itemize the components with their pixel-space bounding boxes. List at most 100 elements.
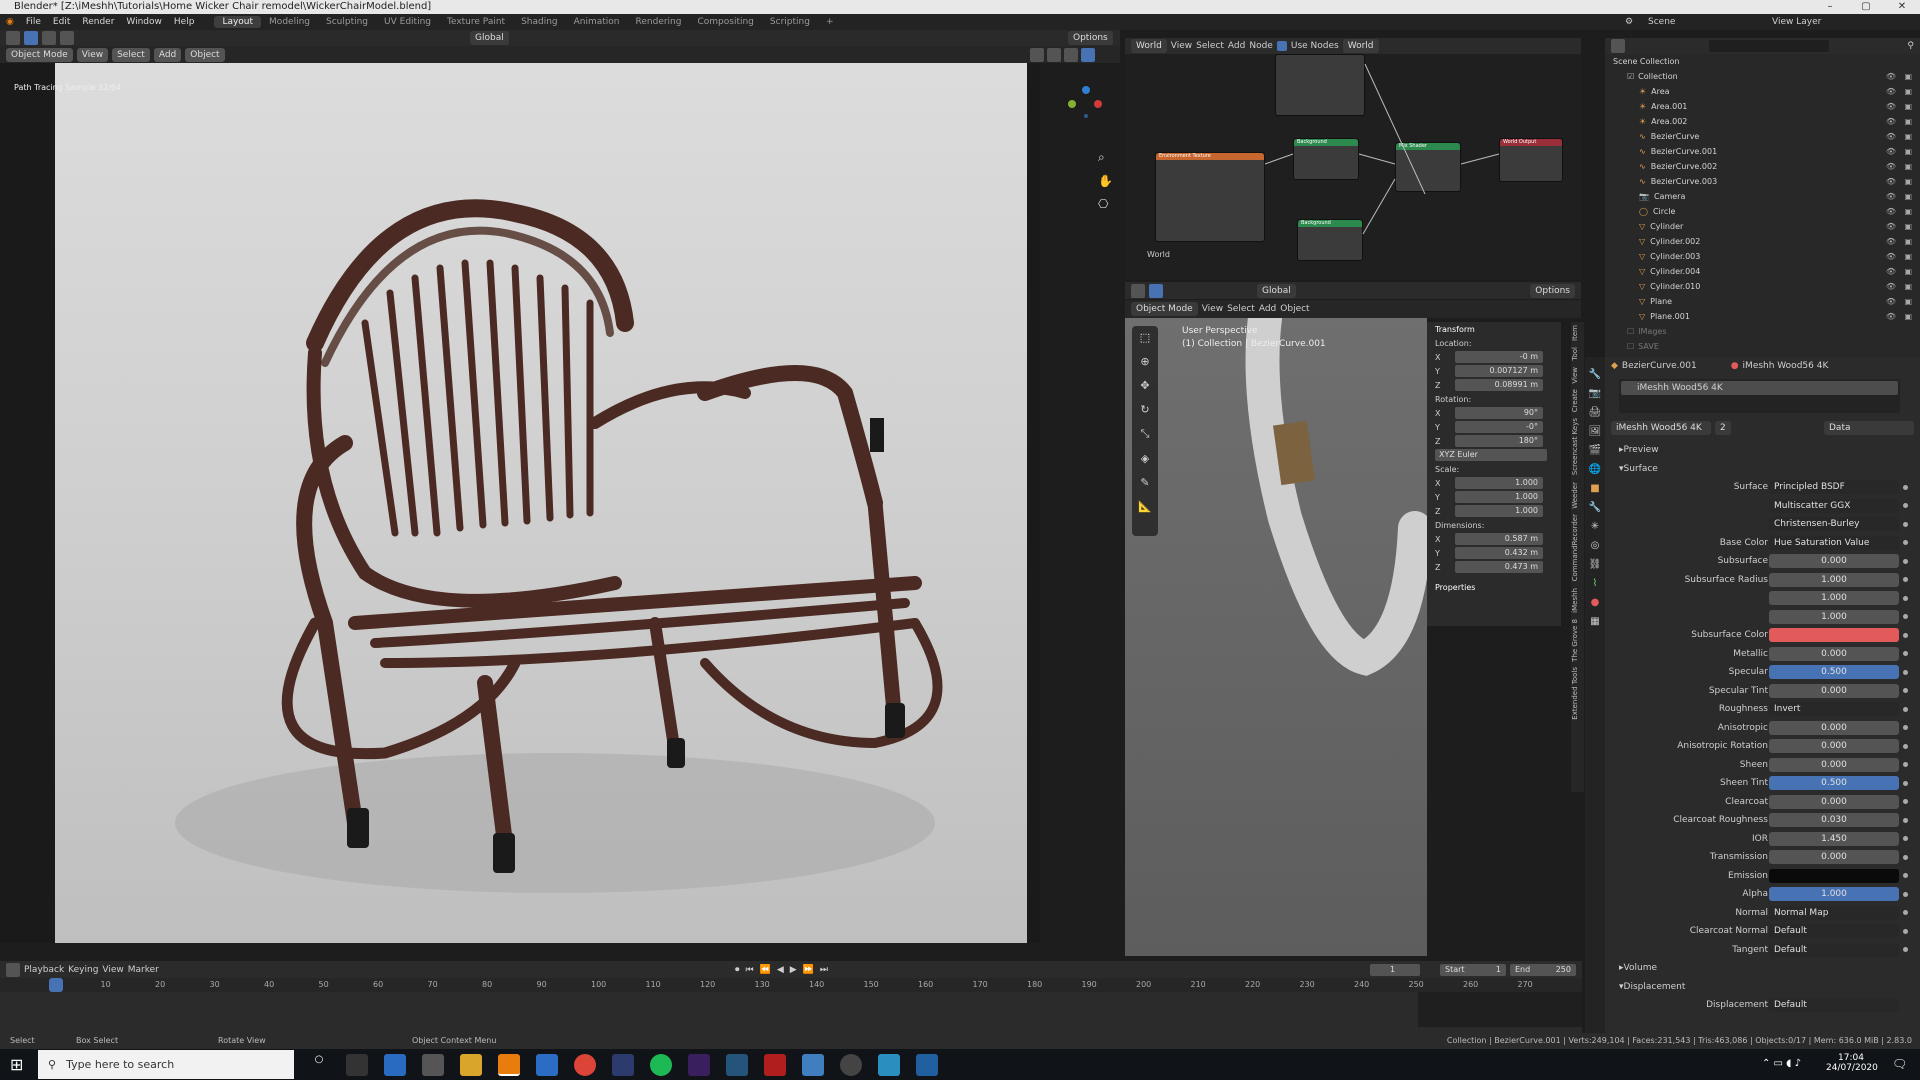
outliner-item[interactable]: 📷 Camera 👁 ▣: [1605, 189, 1920, 204]
eye-icon[interactable]: 👁: [1886, 132, 1896, 141]
eye-icon[interactable]: 👁: [1886, 282, 1896, 291]
link-data-dropdown[interactable]: Data: [1824, 421, 1914, 435]
render-camera-icon[interactable]: ▣: [1904, 177, 1912, 186]
displacement-value[interactable]: Default: [1769, 998, 1899, 1013]
spotify-icon[interactable]: [650, 1054, 672, 1076]
property-value[interactable]: 1.000: [1769, 609, 1899, 624]
location-y-field[interactable]: 0.007127 m: [1455, 365, 1543, 377]
select-extend-icon[interactable]: [42, 31, 56, 45]
task-view-icon[interactable]: [346, 1054, 368, 1076]
eye-icon[interactable]: 👁: [1886, 222, 1896, 231]
outliner-search-input[interactable]: [1709, 40, 1829, 52]
tab-item[interactable]: Item: [1571, 322, 1579, 344]
viewport2-select-icon[interactable]: [1149, 283, 1163, 298]
playback-menu[interactable]: Playback: [24, 965, 64, 975]
scene-collection-row[interactable]: Scene Collection: [1605, 54, 1920, 69]
render-camera-icon[interactable]: ▣: [1904, 222, 1912, 231]
render-camera-icon[interactable]: ▣: [1904, 312, 1912, 321]
measure-tool-icon[interactable]: 📐: [1138, 500, 1152, 513]
object-mode-dropdown[interactable]: Object Mode: [6, 47, 73, 62]
tab-create[interactable]: Create: [1571, 386, 1579, 415]
property-value[interactable]: Multiscatter GGX: [1769, 498, 1899, 513]
file-explorer-icon[interactable]: [460, 1054, 482, 1076]
node-menu-view[interactable]: View: [1171, 41, 1192, 51]
viewport-menu-view[interactable]: View: [76, 47, 109, 62]
scene-selector[interactable]: Scene: [1648, 17, 1675, 27]
options-button[interactable]: Options: [1068, 31, 1113, 45]
record-icon[interactable]: ⏺: [735, 965, 740, 975]
solid-shading-icon[interactable]: [1047, 47, 1061, 62]
viewport-menu-add[interactable]: Add: [153, 47, 182, 62]
app-icon-3[interactable]: [726, 1054, 748, 1076]
prev-keyframe-icon[interactable]: ⏪: [760, 965, 771, 975]
socket-icon[interactable]: [1903, 503, 1908, 509]
viewport2-transform-orientation[interactable]: Global: [1257, 283, 1296, 298]
tab-modeling[interactable]: Modeling: [261, 16, 318, 28]
socket-icon[interactable]: [1903, 762, 1908, 768]
photoshop-icon[interactable]: [612, 1054, 634, 1076]
tool-icon[interactable]: [6, 31, 20, 45]
tab-sculpting[interactable]: Sculpting: [318, 16, 376, 28]
render-camera-icon[interactable]: ▣: [1904, 87, 1912, 96]
tab-compositing[interactable]: Compositing: [689, 16, 761, 28]
data-properties-icon[interactable]: ⌇: [1593, 578, 1598, 589]
render-camera-icon[interactable]: ▣: [1904, 162, 1912, 171]
outliner-editor-type[interactable]: [1611, 39, 1625, 53]
material-datablock[interactable]: iMeshh Wood56 4K: [1611, 421, 1711, 435]
scale-y-field[interactable]: 1.000: [1455, 491, 1543, 503]
socket-icon[interactable]: [1903, 891, 1908, 897]
outliner-item[interactable]: ∿ BezierCurve.002 👁 ▣: [1605, 159, 1920, 174]
view-layer-selector[interactable]: View Layer: [1772, 17, 1821, 27]
property-value[interactable]: 0.030: [1769, 813, 1899, 828]
outliner-item[interactable]: ▽ Cylinder.010 👁 ▣: [1605, 279, 1920, 294]
outliner-item[interactable]: ∿ BezierCurve 👁 ▣: [1605, 129, 1920, 144]
tab-texture-paint[interactable]: Texture Paint: [439, 16, 513, 28]
maximize-button[interactable]: ▢: [1848, 0, 1884, 14]
viewport2-editor-type[interactable]: [1131, 283, 1145, 298]
location-z-field[interactable]: 0.08991 m: [1455, 379, 1543, 391]
property-value[interactable]: 0.000: [1769, 646, 1899, 661]
rendered-shading-icon[interactable]: [1081, 47, 1095, 62]
property-value[interactable]: Hue Saturation Value: [1769, 535, 1899, 550]
property-value[interactable]: 1.000: [1769, 572, 1899, 587]
socket-icon[interactable]: [1903, 558, 1908, 564]
modifier-icon[interactable]: 🔧: [1589, 502, 1601, 513]
transform-panel-title[interactable]: Transform: [1427, 322, 1561, 336]
socket-icon[interactable]: [1903, 854, 1908, 860]
select-box-tool-icon[interactable]: ⬚: [1140, 331, 1150, 344]
play-reverse-icon[interactable]: ◀: [777, 965, 784, 975]
dimension-x-field[interactable]: 0.587 m: [1455, 533, 1543, 545]
socket-icon[interactable]: [1903, 910, 1908, 916]
move-tool-icon[interactable]: ✥: [1140, 379, 1149, 392]
displacement-panel-header[interactable]: ▾ Displacement: [1605, 978, 1920, 997]
socket-icon[interactable]: [1903, 632, 1908, 638]
render-camera-icon[interactable]: ▣: [1904, 267, 1912, 276]
viewport2-menu-add[interactable]: Add: [1259, 304, 1276, 314]
blender-logo-icon[interactable]: ◉: [0, 17, 20, 27]
outliner-item[interactable]: ▽ Cylinder.004 👁 ▣: [1605, 264, 1920, 279]
object-properties-icon[interactable]: ■: [1590, 483, 1599, 494]
socket-icon[interactable]: [1903, 577, 1908, 583]
collection-row[interactable]: ☑ Collection 👁 ▣: [1605, 69, 1920, 84]
acrobat-icon[interactable]: [764, 1054, 786, 1076]
taskbar-search[interactable]: ⚲ Type here to search: [38, 1050, 294, 1079]
tab-shading[interactable]: Shading: [513, 16, 566, 28]
outliner-item[interactable]: ∿ BezierCurve.003 👁 ▣: [1605, 174, 1920, 189]
property-value[interactable]: Normal Map: [1769, 905, 1899, 920]
tab-animation[interactable]: Animation: [566, 16, 628, 28]
select-subtract-icon[interactable]: [60, 31, 74, 45]
notifications-icon[interactable]: 🗨: [1892, 1057, 1907, 1071]
eye-icon[interactable]: 👁: [1886, 267, 1896, 276]
outliner-item[interactable]: ▽ Cylinder.003 👁 ▣: [1605, 249, 1920, 264]
tab-command-recorder[interactable]: CommandRecorder: [1571, 511, 1579, 584]
next-keyframe-icon[interactable]: ⏩: [803, 965, 814, 975]
property-value[interactable]: 0.000: [1769, 850, 1899, 865]
eye-icon[interactable]: 👁: [1886, 312, 1896, 321]
secondary-3d-viewport[interactable]: [1125, 318, 1427, 956]
tab-rendering[interactable]: Rendering: [628, 16, 690, 28]
rotation-x-field[interactable]: 90°: [1455, 407, 1543, 419]
volume-panel-header[interactable]: ▸ Volume: [1605, 959, 1920, 978]
rotation-y-field[interactable]: -0°: [1455, 421, 1543, 433]
socket-icon[interactable]: [1903, 836, 1908, 842]
outliner-item[interactable]: ☀ Area 👁 ▣: [1605, 84, 1920, 99]
